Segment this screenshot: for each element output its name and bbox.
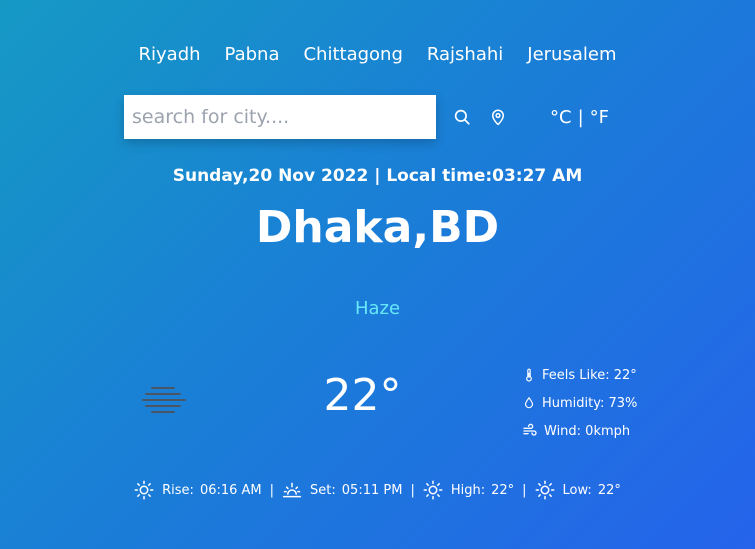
city-link-riyadh[interactable]: Riyadh: [139, 44, 201, 65]
sun-icon: [423, 480, 443, 500]
wind-row: Wind: 0kmph: [522, 417, 637, 445]
feels-like-text: Feels Like: 22°: [542, 367, 637, 383]
search-button[interactable]: [452, 107, 472, 127]
weather-condition: Haze: [354, 298, 401, 319]
location-pin-icon: [492, 109, 504, 126]
divider: |: [522, 482, 527, 498]
weather-details: Feels Like: 22° Humidity: 73% Wind: 0kmp…: [522, 361, 637, 445]
thermometer-icon: [526, 368, 532, 382]
search-row: °C | °F: [124, 95, 609, 139]
sun-icon: [134, 480, 154, 500]
sunset-value: 05:11 PM: [341, 482, 403, 498]
divider: |: [410, 482, 415, 498]
divider: |: [269, 482, 275, 498]
wind-text: Wind: 0kmph: [544, 423, 631, 439]
fahrenheit-button[interactable]: °F: [590, 107, 609, 128]
current-temperature: 22°: [323, 370, 402, 421]
high-item: High: 22°: [423, 480, 514, 500]
city-link-chittagong[interactable]: Chittagong: [303, 44, 402, 65]
celsius-button[interactable]: °C: [550, 107, 572, 128]
wind-icon: [523, 423, 537, 436]
city-link-jerusalem[interactable]: Jerusalem: [527, 44, 616, 65]
city-quick-links: Riyadh Pabna Chittagong Rajshahi Jerusal…: [0, 44, 755, 65]
low-value: 22°: [597, 482, 621, 498]
feels-like-row: Feels Like: 22°: [522, 361, 637, 389]
unit-toggle: °C | °F: [550, 107, 609, 128]
sunset-label: Set:: [310, 482, 336, 498]
high-label: High:: [450, 482, 486, 498]
city-link-pabna[interactable]: Pabna: [225, 44, 280, 65]
humidity-row: Humidity: 73%: [522, 389, 637, 417]
sunrise-item: Rise: 06:16 AM: [134, 480, 262, 500]
sunset-icon: [282, 482, 302, 498]
unit-separator: |: [577, 106, 584, 128]
low-label: Low:: [562, 482, 592, 498]
search-input[interactable]: [124, 95, 436, 139]
sun-and-range-bar: Rise: 06:16 AM | Set: 05:11 PM | High: 2…: [0, 480, 755, 500]
local-datetime: Sunday,20 Nov 2022 | Local time:03:27 AM: [172, 166, 583, 186]
city-link-rajshahi[interactable]: Rajshahi: [427, 44, 503, 65]
humidity-text: Humidity: 73%: [542, 395, 638, 411]
high-value: 22°: [491, 482, 515, 498]
low-item: Low: 22°: [535, 480, 621, 500]
search-icon: [454, 109, 470, 125]
sunrise-label: Rise:: [162, 482, 194, 498]
haze-icon: [142, 387, 186, 413]
current-location-button[interactable]: [488, 107, 508, 127]
city-name: Dhaka,BD: [255, 202, 500, 253]
droplet-icon: [524, 397, 534, 409]
sunrise-value: 06:16 AM: [199, 482, 262, 498]
sunset-item: Set: 05:11 PM: [282, 480, 402, 500]
sun-icon: [535, 480, 555, 500]
